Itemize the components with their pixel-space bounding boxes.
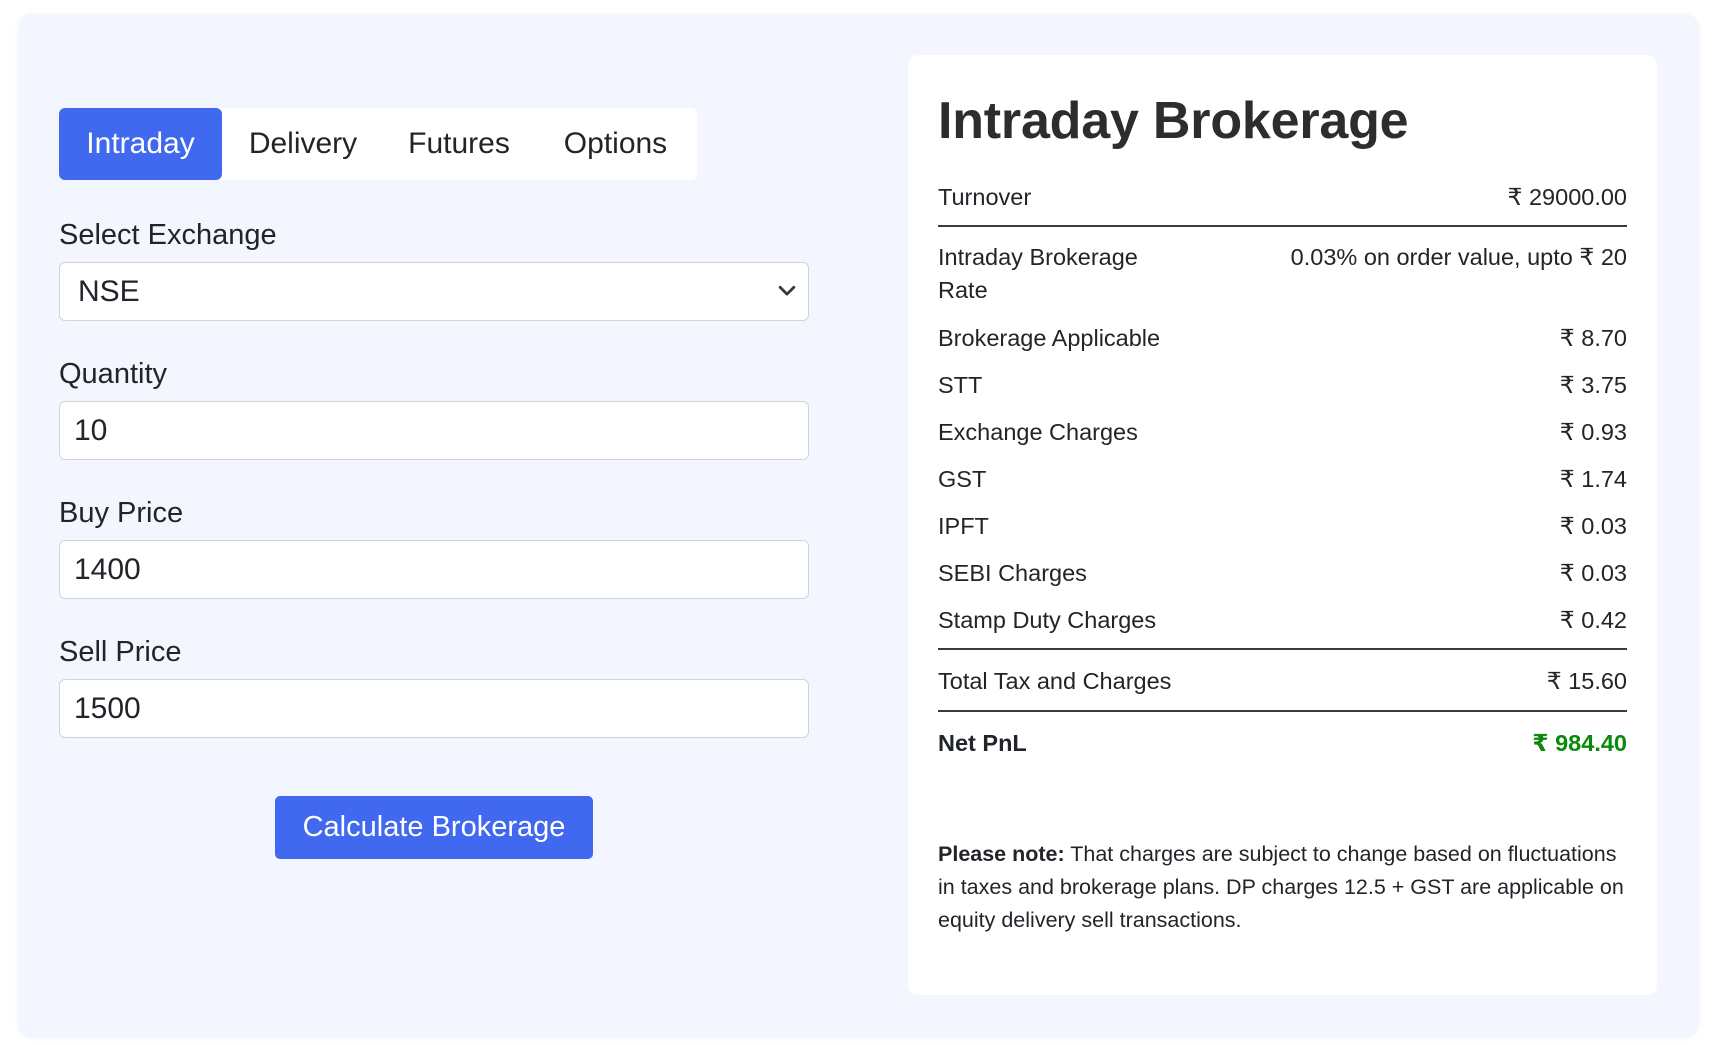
charge-value: ₹ 0.03 (1559, 513, 1627, 539)
disclaimer-note: Please note: That charges are subject to… (938, 838, 1627, 937)
tab-intraday[interactable]: Intraday (59, 108, 222, 180)
charge-value: ₹ 0.93 (1559, 419, 1627, 445)
tab-futures[interactable]: Futures (384, 108, 534, 180)
charge-row: Exchange Charges ₹ 0.93 (938, 414, 1627, 450)
summary-rows: Turnover ₹ 29000.00 Intraday Brokerage R… (938, 179, 1627, 761)
exchange-select[interactable]: NSE (59, 262, 809, 321)
segment-tabs: Intraday Delivery Futures Options (59, 108, 697, 180)
summary-title: Intraday Brokerage (938, 92, 1409, 150)
rate-row: Intraday Brokerage Rate 0.03% on order v… (938, 241, 1627, 307)
exchange-selected-value: NSE (78, 274, 140, 308)
charge-label: STT (938, 372, 983, 398)
quantity-input[interactable]: 10 (59, 401, 809, 460)
charge-row: IPFT ₹ 0.03 (938, 508, 1627, 544)
charge-row: Brokerage Applicable ₹ 8.70 (938, 320, 1627, 356)
charge-value: ₹ 1.74 (1559, 466, 1627, 492)
exchange-label: Select Exchange (59, 219, 277, 251)
divider (938, 648, 1627, 650)
charge-label: IPFT (938, 513, 989, 539)
buy-price-label: Buy Price (59, 497, 184, 529)
charge-row: SEBI Charges ₹ 0.03 (938, 555, 1627, 591)
charge-row: Stamp Duty Charges ₹ 0.42 (938, 602, 1627, 648)
turnover-row: Turnover ₹ 29000.00 (938, 179, 1627, 225)
divider (938, 710, 1627, 712)
total-charges-value: ₹ 15.60 (1546, 668, 1627, 694)
tab-delivery[interactable]: Delivery (222, 108, 384, 180)
charge-label: Stamp Duty Charges (938, 607, 1157, 633)
calculator-container: Intraday Delivery Futures Options Select… (18, 14, 1699, 1038)
tab-options[interactable]: Options (534, 108, 697, 180)
turnover-value: ₹ 29000.00 (1507, 184, 1628, 210)
charge-label: Brokerage Applicable (938, 325, 1161, 351)
charge-label: Exchange Charges (938, 419, 1138, 445)
total-charges-label: Total Tax and Charges (938, 668, 1172, 694)
net-pnl-label: Net PnL (938, 730, 1027, 756)
charge-value: ₹ 8.70 (1559, 325, 1627, 351)
rate-value: 0.03% on order value, upto ₹ 20 (1290, 244, 1627, 270)
calculate-brokerage-button[interactable]: Calculate Brokerage (275, 796, 593, 859)
charge-value: ₹ 0.03 (1559, 560, 1627, 586)
charge-row: STT ₹ 3.75 (938, 367, 1627, 403)
divider (938, 225, 1627, 227)
charge-value: ₹ 0.42 (1559, 607, 1627, 633)
net-pnl-row: Net PnL ₹ 984.40 (938, 725, 1627, 761)
brokerage-form: Intraday Delivery Futures Options Select… (59, 108, 809, 859)
chevron-down-icon (776, 275, 798, 309)
sell-price-label: Sell Price (59, 636, 182, 668)
charge-row: GST ₹ 1.74 (938, 461, 1627, 497)
sell-price-input[interactable]: 1500 (59, 679, 809, 738)
charge-label: SEBI Charges (938, 560, 1087, 586)
note-heading: Please note: (938, 842, 1065, 866)
brokerage-summary-panel: Intraday Brokerage Turnover ₹ 29000.00 I… (908, 55, 1657, 995)
net-pnl-value: ₹ 984.40 (1532, 730, 1627, 756)
buy-price-input[interactable]: 1400 (59, 540, 809, 599)
rate-label: Intraday Brokerage Rate (938, 244, 1138, 303)
charge-value: ₹ 3.75 (1559, 372, 1627, 398)
quantity-label: Quantity (59, 358, 167, 390)
turnover-label: Turnover (938, 184, 1032, 210)
charge-label: GST (938, 466, 987, 492)
total-charges-row: Total Tax and Charges ₹ 15.60 (938, 663, 1627, 710)
